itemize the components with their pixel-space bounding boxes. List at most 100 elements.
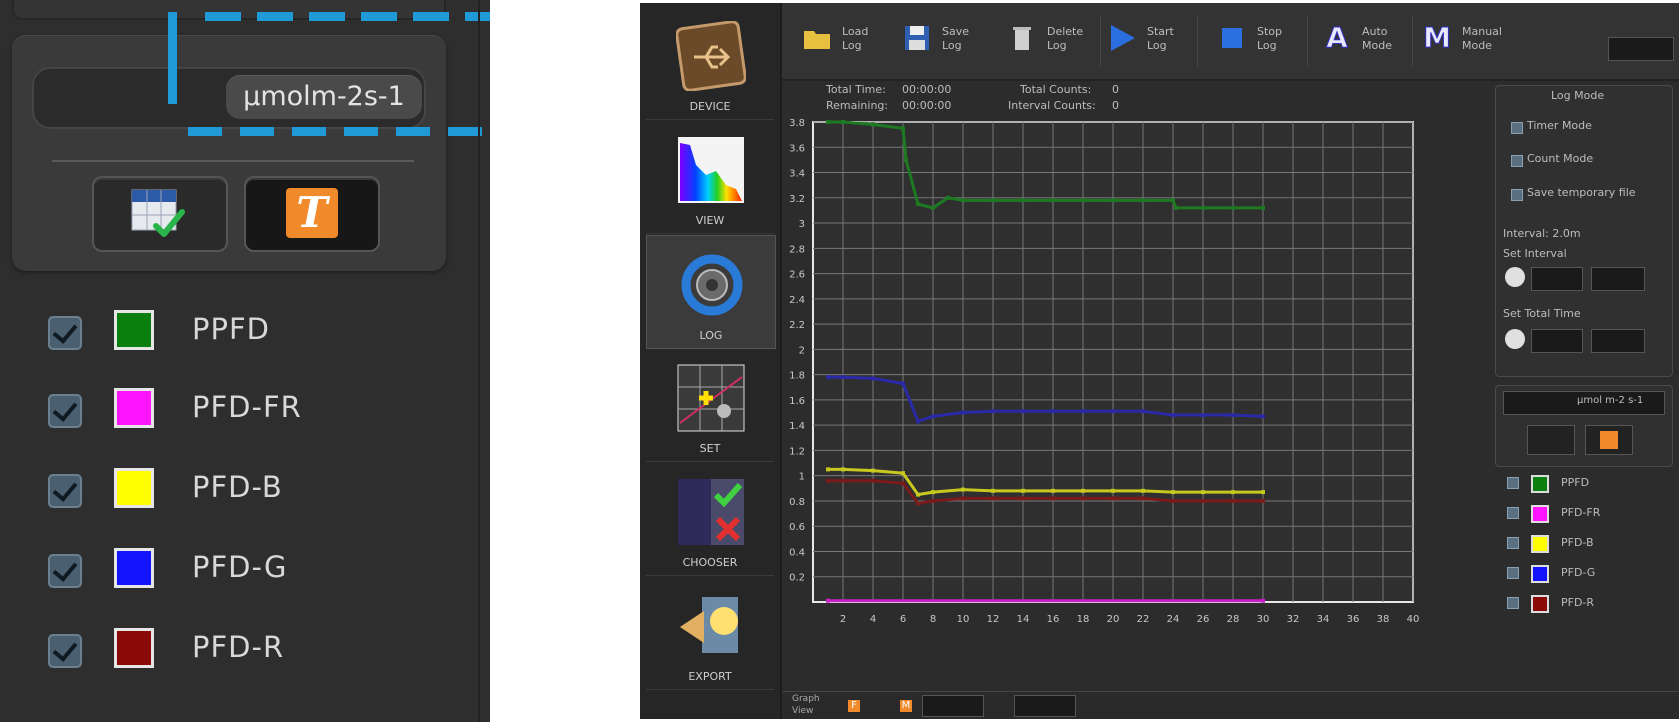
x-tick-label: 30 xyxy=(1257,614,1270,625)
checkbox[interactable] xyxy=(1507,567,1519,579)
checkbox[interactable] xyxy=(48,394,82,428)
app-window: DEVICE VIEW LOG SET CHOOSER EXPORT Load … xyxy=(640,3,1679,719)
checkbox[interactable] xyxy=(1507,537,1519,549)
series-point-0 xyxy=(871,122,875,127)
clock-icon xyxy=(1505,329,1525,349)
series-point-1 xyxy=(991,409,995,414)
color-swatch xyxy=(114,468,154,508)
series-point-2 xyxy=(991,488,995,493)
series-point-0 xyxy=(1021,198,1025,203)
series-point-3 xyxy=(961,496,965,501)
log-chart[interactable]: 2 4 6 8 10 12 14 16 18 20 22 24 26 28 30 32 34 36 38 400.20… xyxy=(780,119,1524,689)
checkbox[interactable] xyxy=(48,634,82,668)
total-unit-input[interactable] xyxy=(1591,329,1645,353)
interval-label: Interval: 2.0m xyxy=(1503,227,1581,240)
highlight-dash xyxy=(188,127,490,136)
legend-label: PFD-G xyxy=(1561,566,1596,579)
series-point-0 xyxy=(991,198,995,203)
set-interval-label: Set Interval xyxy=(1503,247,1567,260)
series-point-0 xyxy=(916,202,920,207)
highlight-dash xyxy=(168,12,177,104)
m-button[interactable]: M xyxy=(900,700,912,712)
timer-mode-radio[interactable] xyxy=(1511,122,1523,134)
series-point-3 xyxy=(1261,498,1265,503)
start-log-button[interactable]: Start Log xyxy=(1107,13,1197,69)
checkbox[interactable] xyxy=(48,474,82,508)
count-mode-radio[interactable] xyxy=(1511,155,1523,167)
checkbox[interactable] xyxy=(48,554,82,588)
nav-device[interactable]: DEVICE xyxy=(646,7,774,120)
series-point-2 xyxy=(1051,488,1055,493)
f-button[interactable]: F xyxy=(848,700,860,712)
series-point-3 xyxy=(916,501,920,506)
load-log-button[interactable]: Load Log xyxy=(802,13,892,69)
checkbox[interactable] xyxy=(48,316,82,350)
toolbar: Load Log Save Log Delete Log Start Log S… xyxy=(782,3,1679,81)
series-point-4 xyxy=(826,598,830,603)
save-log-button[interactable]: Save Log xyxy=(902,13,992,69)
auto-mode-button[interactable]: A Auto Mode xyxy=(1322,13,1412,69)
side-nav: DEVICE VIEW LOG SET CHOOSER EXPORT xyxy=(640,3,782,719)
color-swatch xyxy=(1531,535,1549,553)
y-tick-label: 2 xyxy=(799,345,805,356)
y-tick-label: 1.6 xyxy=(789,396,805,407)
button-label: Load Log xyxy=(842,25,869,52)
nav-export[interactable]: EXPORT xyxy=(646,577,774,690)
bottom-field[interactable] xyxy=(922,695,984,717)
series-point-2 xyxy=(1081,488,1085,493)
x-tick-label: 20 xyxy=(1107,614,1120,625)
checkbox[interactable] xyxy=(1507,477,1519,489)
chooser-icon xyxy=(678,479,744,545)
series-point-2 xyxy=(901,471,905,476)
manual-mode-button[interactable]: M Manual Mode xyxy=(1422,13,1518,69)
stop-log-button[interactable]: Stop Log xyxy=(1217,13,1307,69)
text-view-button-small[interactable] xyxy=(1585,425,1633,455)
interval-input[interactable] xyxy=(1531,267,1583,291)
nav-chooser[interactable]: CHOOSER xyxy=(646,463,774,576)
series-point-3 xyxy=(901,481,905,486)
series-point-2 xyxy=(1141,488,1145,493)
remaining-label: Remaining: xyxy=(826,99,889,112)
nav-view[interactable]: VIEW xyxy=(646,121,774,234)
log-settings-panel: Log Mode Timer Mode Count Mode Save temp… xyxy=(1495,85,1675,705)
x-tick-label: 28 xyxy=(1227,614,1240,625)
series-point-1 xyxy=(931,414,935,419)
table-check-icon xyxy=(131,189,185,237)
floppy-icon xyxy=(905,26,929,50)
x-tick-label: 8 xyxy=(930,614,936,625)
delete-log-button[interactable]: Delete Log xyxy=(1007,13,1097,69)
nav-label: CHOOSER xyxy=(682,556,738,569)
series-point-1 xyxy=(1141,409,1145,414)
x-tick-label: 36 xyxy=(1347,614,1360,625)
table-view-button-small[interactable] xyxy=(1527,425,1575,455)
interval-counts-value: 0 xyxy=(1112,99,1119,112)
auto-mode-icon: A xyxy=(1326,21,1349,54)
text-view-button[interactable]: T xyxy=(244,176,380,252)
save-temp-checkbox[interactable] xyxy=(1511,189,1523,201)
nav-log[interactable]: LOG xyxy=(646,235,776,349)
legend-label: PPFD xyxy=(192,312,270,346)
x-tick-label: 38 xyxy=(1377,614,1390,625)
x-tick-label: 32 xyxy=(1287,614,1300,625)
table-view-button[interactable] xyxy=(92,176,228,252)
series-point-1 xyxy=(1051,409,1055,414)
mode-field[interactable] xyxy=(1608,37,1674,61)
manual-mode-icon: M xyxy=(1423,21,1452,54)
export-lightbulb-icon xyxy=(680,597,738,653)
interval-unit-input[interactable] xyxy=(1591,267,1645,291)
x-tick-label: 40 xyxy=(1407,614,1420,625)
interval-counts-label: Interval Counts: xyxy=(1008,99,1096,112)
color-swatch xyxy=(114,628,154,668)
button-label: Manual Mode xyxy=(1462,25,1502,52)
nav-set[interactable]: SET xyxy=(646,349,774,462)
checkbox[interactable] xyxy=(1507,507,1519,519)
y-tick-label: 0.4 xyxy=(789,547,805,558)
checkbox[interactable] xyxy=(1507,597,1519,609)
text-t-icon xyxy=(1600,431,1618,449)
trash-icon xyxy=(1013,27,1031,50)
total-input[interactable] xyxy=(1531,329,1583,353)
separator xyxy=(1100,15,1101,67)
bottom-field-2[interactable] xyxy=(1014,695,1076,717)
series-point-0 xyxy=(904,157,908,162)
legend-label: PFD-B xyxy=(192,470,283,504)
